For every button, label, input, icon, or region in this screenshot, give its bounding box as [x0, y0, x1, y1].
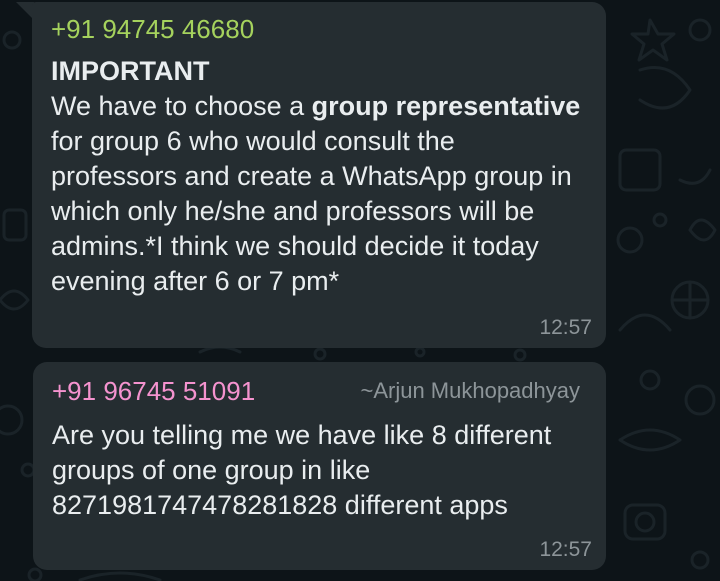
message-text: Are you telling me we have like 8 differ… [52, 420, 552, 520]
message-time: 12:57 [539, 538, 592, 561]
message-time: 12:57 [539, 316, 592, 339]
message-bubble[interactable]: +91 94745 46680 IMPORTANT We have to cho… [32, 2, 606, 348]
message-bubble[interactable]: +91 96745 51091 ~Arjun Mukhopadhyay Are … [33, 362, 606, 570]
message-bold-text: group representative [311, 91, 581, 121]
message-text: IMPORTANT We have to choose a group repr… [51, 54, 584, 299]
message-text-part: We have to choose a [51, 91, 312, 121]
message-text-part: for group 6 who would consult the profes… [51, 126, 572, 296]
message-heading: IMPORTANT [51, 56, 210, 86]
sender-name: ~Arjun Mukhopadhyay [360, 378, 580, 403]
sender-phone[interactable]: +91 94745 46680 [51, 14, 254, 44]
sender-phone[interactable]: +91 96745 51091 [52, 376, 255, 406]
